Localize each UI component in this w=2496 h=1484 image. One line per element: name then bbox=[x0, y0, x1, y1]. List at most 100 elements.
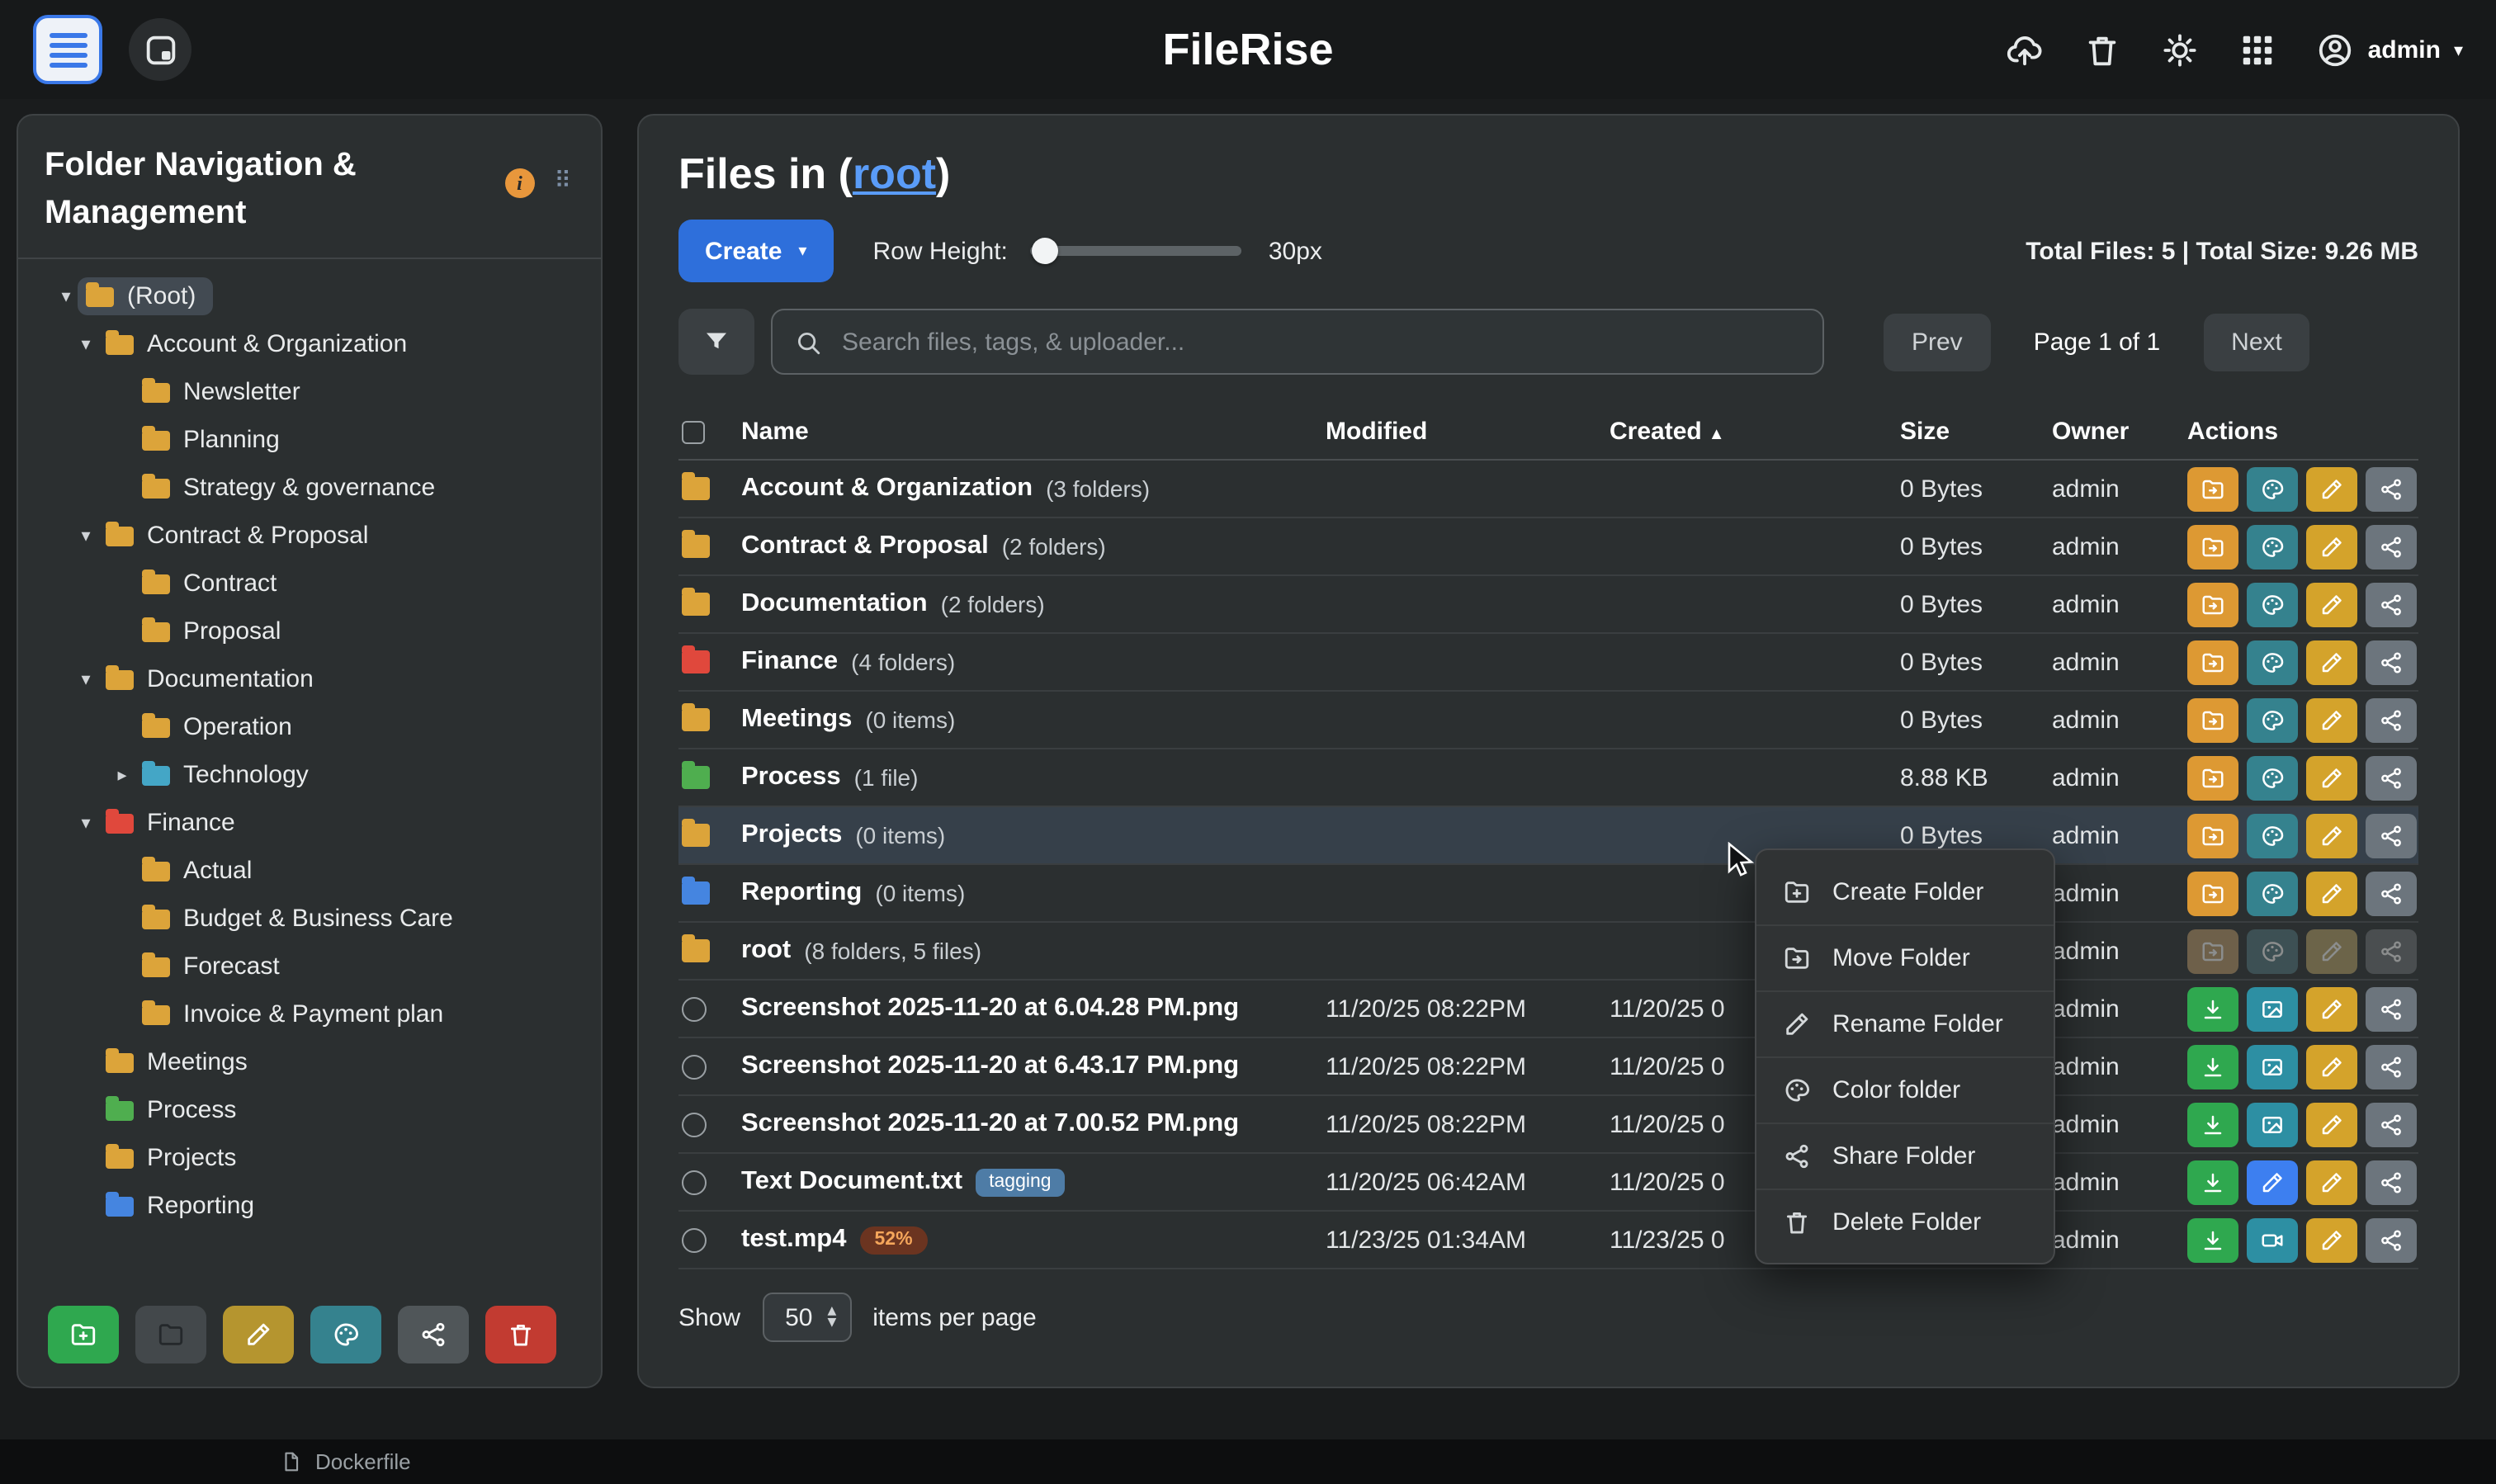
folder-row[interactable]: Process(1 file) 8.88 KBadmin bbox=[678, 749, 2418, 807]
color-folder-button[interactable] bbox=[2247, 640, 2298, 684]
item-name[interactable]: root bbox=[741, 936, 791, 966]
rename-button[interactable] bbox=[2306, 813, 2357, 858]
rename-button[interactable] bbox=[2306, 582, 2357, 626]
apps-grid-icon[interactable] bbox=[2239, 31, 2277, 69]
share-button[interactable] bbox=[2366, 1044, 2417, 1089]
item-name[interactable]: Screenshot 2025-11-20 at 6.04.28 PM.png bbox=[741, 994, 1239, 1023]
share-button[interactable] bbox=[2366, 524, 2417, 569]
caret-icon[interactable]: ▾ bbox=[54, 286, 78, 307]
search-input[interactable] bbox=[839, 326, 1801, 357]
rename-button[interactable] bbox=[2306, 986, 2357, 1031]
root-link[interactable]: root bbox=[853, 149, 936, 198]
column-header-size[interactable]: Size bbox=[1900, 418, 2052, 446]
color-folder-button[interactable] bbox=[2247, 524, 2298, 569]
row-height-slider[interactable] bbox=[1031, 246, 1242, 256]
tree-item-root[interactable]: ▾(Root) bbox=[35, 272, 584, 320]
menu-toggle-button[interactable] bbox=[33, 15, 102, 84]
color-folder-button[interactable] bbox=[310, 1306, 381, 1363]
context-share-folder[interactable]: Share Folder bbox=[1756, 1122, 2054, 1189]
column-header-name[interactable]: Name bbox=[741, 418, 1326, 446]
tree-item[interactable]: Contract bbox=[35, 560, 584, 607]
color-folder-button[interactable] bbox=[2247, 871, 2298, 915]
share-button[interactable] bbox=[2366, 1102, 2417, 1146]
preview-image-button[interactable] bbox=[2247, 1044, 2298, 1089]
file-row[interactable]: Screenshot 2025-11-20 at 7.00.52 PM.png … bbox=[678, 1096, 2418, 1154]
user-menu[interactable]: admin ▾ bbox=[2317, 31, 2463, 69]
tree-item[interactable]: Projects bbox=[35, 1134, 584, 1182]
tree-item[interactable]: ▾Documentation bbox=[35, 655, 584, 703]
folder-row[interactable]: Account & Organization(3 folders) 0 Byte… bbox=[678, 461, 2418, 518]
edit-file-button[interactable] bbox=[2247, 1160, 2298, 1204]
share-button[interactable] bbox=[2366, 640, 2417, 684]
row-checkbox[interactable] bbox=[682, 1054, 707, 1079]
tree-item[interactable]: ▸Technology bbox=[35, 751, 584, 799]
share-button[interactable] bbox=[2366, 582, 2417, 626]
items-per-page-select[interactable]: 50▲▼ bbox=[762, 1293, 851, 1342]
column-header-modified[interactable]: Modified bbox=[1326, 418, 1610, 446]
item-name[interactable]: Documentation bbox=[741, 589, 928, 619]
folder-row[interactable]: Finance(4 folders) 0 Bytesadmin bbox=[678, 634, 2418, 692]
share-button[interactable] bbox=[2366, 697, 2417, 742]
context-color-folder[interactable]: Color folder bbox=[1756, 1056, 2054, 1122]
item-name[interactable]: Finance bbox=[741, 647, 838, 677]
folder-row-highlighted[interactable]: Projects(0 items) 0 Bytesadmin bbox=[678, 807, 2418, 865]
rename-button[interactable] bbox=[2306, 755, 2357, 800]
download-button[interactable] bbox=[2187, 1217, 2238, 1262]
item-name[interactable]: Projects bbox=[741, 820, 842, 850]
context-rename-folder[interactable]: Rename Folder bbox=[1756, 990, 2054, 1056]
download-button[interactable] bbox=[2187, 1044, 2238, 1089]
tree-item[interactable]: ▾Contract & Proposal bbox=[35, 512, 584, 560]
color-folder-button[interactable] bbox=[2247, 813, 2298, 858]
item-name[interactable]: Reporting bbox=[741, 878, 862, 908]
download-folder-button[interactable] bbox=[2187, 755, 2238, 800]
download-folder-button[interactable] bbox=[2187, 813, 2238, 858]
column-header-created[interactable]: Created▲ bbox=[1610, 418, 1900, 446]
folder-row[interactable]: Documentation(2 folders) 0 Bytesadmin bbox=[678, 576, 2418, 634]
item-name[interactable]: Account & Organization bbox=[741, 474, 1033, 503]
trash-icon[interactable] bbox=[2084, 31, 2122, 69]
column-header-owner[interactable]: Owner bbox=[2052, 418, 2187, 446]
tree-item[interactable]: Budget & Business Care bbox=[35, 895, 584, 943]
rename-button[interactable] bbox=[2306, 1217, 2357, 1262]
color-folder-button[interactable] bbox=[2247, 697, 2298, 742]
preview-image-button[interactable] bbox=[2247, 986, 2298, 1031]
tree-item[interactable]: Process bbox=[35, 1086, 584, 1134]
context-move-folder[interactable]: Move Folder bbox=[1756, 924, 2054, 990]
row-checkbox[interactable] bbox=[682, 1227, 707, 1252]
tree-item[interactable]: Newsletter bbox=[35, 368, 584, 416]
share-button[interactable] bbox=[2366, 813, 2417, 858]
slider-knob[interactable] bbox=[1033, 238, 1059, 264]
download-folder-button[interactable] bbox=[2187, 466, 2238, 511]
share-button[interactable] bbox=[2366, 1217, 2417, 1262]
download-button[interactable] bbox=[2187, 1102, 2238, 1146]
download-button[interactable] bbox=[2187, 1160, 2238, 1204]
tree-item[interactable]: Actual bbox=[35, 847, 584, 895]
download-folder-button[interactable] bbox=[2187, 871, 2238, 915]
rename-button[interactable] bbox=[2306, 871, 2357, 915]
download-button[interactable] bbox=[2187, 986, 2238, 1031]
tree-item[interactable]: Operation bbox=[35, 703, 584, 751]
prev-page-button[interactable]: Prev bbox=[1884, 313, 1991, 371]
rename-button[interactable] bbox=[2306, 640, 2357, 684]
row-checkbox[interactable] bbox=[682, 996, 707, 1021]
share-button[interactable] bbox=[2366, 1160, 2417, 1204]
tree-item[interactable]: Reporting bbox=[35, 1182, 584, 1230]
tree-item[interactable]: ▾Finance bbox=[35, 799, 584, 847]
rename-button[interactable] bbox=[2306, 697, 2357, 742]
caret-icon[interactable]: ▾ bbox=[74, 333, 97, 355]
tree-item[interactable]: Meetings bbox=[35, 1038, 584, 1086]
item-name[interactable]: Contract & Proposal bbox=[741, 532, 989, 561]
item-name[interactable]: Screenshot 2025-11-20 at 7.00.52 PM.png bbox=[741, 1109, 1239, 1139]
rename-button[interactable] bbox=[2306, 1102, 2357, 1146]
share-button[interactable] bbox=[2366, 755, 2417, 800]
rename-folder-button[interactable] bbox=[223, 1306, 294, 1363]
tree-item[interactable]: Planning bbox=[35, 416, 584, 464]
drag-handle-icon[interactable]: ⠿ bbox=[554, 168, 571, 195]
delete-folder-button[interactable] bbox=[485, 1306, 556, 1363]
rename-button[interactable] bbox=[2306, 1044, 2357, 1089]
item-name[interactable]: test.mp4 bbox=[741, 1225, 847, 1255]
rename-button[interactable] bbox=[2306, 466, 2357, 511]
upload-cloud-icon[interactable] bbox=[2007, 31, 2045, 69]
caret-icon[interactable]: ▾ bbox=[74, 669, 97, 690]
color-folder-button[interactable] bbox=[2247, 582, 2298, 626]
